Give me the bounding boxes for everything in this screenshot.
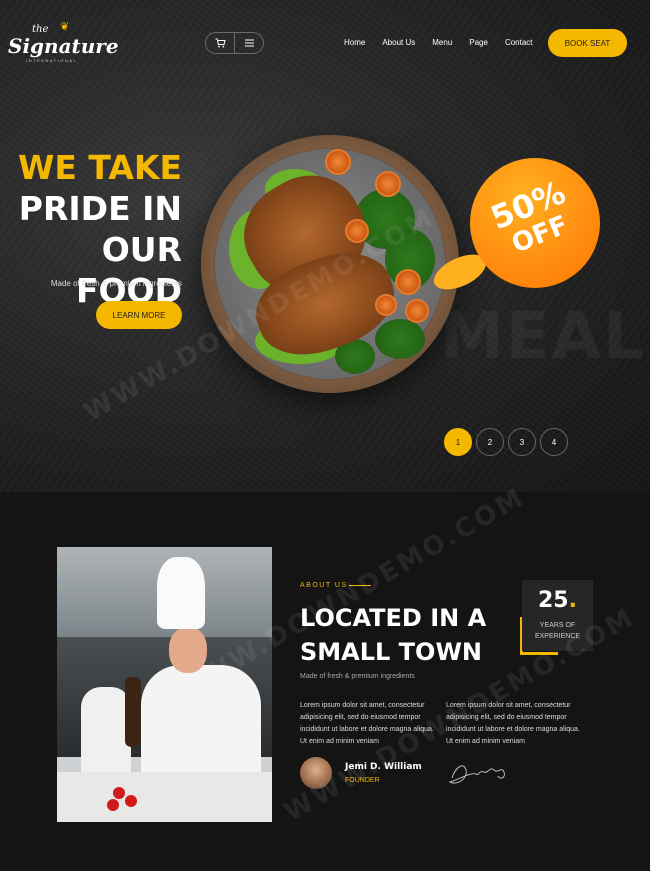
hamburger-icon[interactable] <box>234 33 263 53</box>
nav-item-contact[interactable]: Contact <box>505 38 533 47</box>
hero-title-line-2: PRIDE IN <box>18 189 182 228</box>
about-title-line-2: SMALL TOWN <box>300 638 483 666</box>
years-dot: . <box>568 588 577 613</box>
pager-dot-4[interactable]: 4 <box>540 428 568 456</box>
background-word: MEAL <box>440 300 646 374</box>
tomato <box>125 795 137 807</box>
tomato <box>107 799 119 811</box>
carrot-slice <box>325 149 351 175</box>
carrot-slice <box>395 269 421 295</box>
header-icon-group <box>205 32 264 54</box>
learn-more-button[interactable]: LEARN MORE <box>96 301 182 329</box>
book-seat-button[interactable]: BOOK SEAT <box>548 29 627 57</box>
hero-title-line-3: OUR FOOD <box>75 230 182 310</box>
main-nav: Home About Us Menu Page Contact <box>344 38 550 47</box>
background-chef <box>81 687 131 777</box>
logo-name: Signature <box>8 34 119 58</box>
years-number: 25. <box>522 588 593 613</box>
hero-title-line-1: WE TAKE <box>17 148 182 187</box>
logo-tagline: INTERNATIONAL <box>26 58 78 63</box>
carrot-slice <box>375 171 401 197</box>
slider-pagination: 1 2 3 4 <box>444 428 572 456</box>
founder-signature <box>448 765 505 784</box>
chef-hat <box>157 557 205 629</box>
carrot-slice <box>405 299 429 323</box>
nav-item-about[interactable]: About Us <box>382 38 415 47</box>
tomato <box>113 787 125 799</box>
nav-item-page[interactable]: Page <box>469 38 488 47</box>
broccoli <box>375 319 425 359</box>
about-subtitle: Made of fresh & premium ingredients <box>300 673 415 680</box>
pager-dot-2[interactable]: 2 <box>476 428 504 456</box>
pager-dot-3[interactable]: 3 <box>508 428 536 456</box>
nav-item-home[interactable]: Home <box>344 38 365 47</box>
brand-logo[interactable]: the ❦ Signature INTERNATIONAL <box>8 21 119 66</box>
years-label-line-1: YEARS OF <box>539 622 576 629</box>
hero-subtitle: Made of fresh & premium ingredients <box>50 279 182 288</box>
years-value: 25 <box>538 588 569 613</box>
pepper-mill <box>125 677 141 747</box>
chef-photo <box>57 547 272 822</box>
pager-dot-1[interactable]: 1 <box>444 428 472 456</box>
nav-item-menu[interactable]: Menu <box>432 38 452 47</box>
logo-leaf-icon: ❦ <box>60 21 70 33</box>
kitchen-counter <box>57 772 272 822</box>
carrot-slice <box>375 294 397 316</box>
cart-icon[interactable] <box>206 33 234 53</box>
